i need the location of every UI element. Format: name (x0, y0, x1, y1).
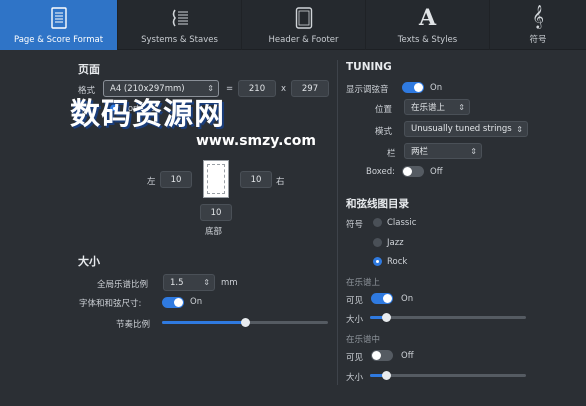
rock-label: Rock (387, 257, 408, 267)
tab-symbols[interactable]: 𝄞 符号 (490, 0, 586, 50)
margin-right-input[interactable]: 10 (240, 171, 272, 188)
tab-page-score-format[interactable]: Page & Score Format (0, 0, 118, 50)
rhythm-scale-label: 节奏比例 (116, 320, 151, 330)
font-chord-size-label: 字体和和弦尺寸: (79, 299, 142, 309)
slider-fill (162, 321, 245, 324)
font-chord-size-toggle[interactable] (162, 297, 184, 308)
mode-select[interactable]: Unusually tuned strings ⇕ (404, 121, 528, 137)
size-section-title: 大小 (78, 255, 100, 268)
slider-thumb[interactable] (382, 313, 391, 322)
in-score-visible-toggle[interactable] (371, 350, 393, 361)
on-score-visible-toggle[interactable] (371, 293, 393, 304)
text-a-icon: A (418, 5, 437, 31)
on-score-size-label: 大小 (346, 315, 364, 325)
jazz-radio[interactable] (373, 238, 382, 247)
on-score-subtitle: 在乐谱上 (346, 278, 381, 288)
tab-label: Header & Footer (268, 35, 339, 45)
format-select[interactable]: A4 (210x297mm) ⇕ (103, 80, 219, 97)
global-scale-stepper[interactable]: 1.5 ⇕ (163, 274, 215, 291)
boxed-toggle[interactable] (402, 166, 424, 177)
watermark: 数码资源网 www.smzy.com (70, 98, 316, 150)
panel-divider (337, 60, 338, 385)
font-chord-size-state: On (190, 297, 203, 307)
mode-label: 模式 (375, 127, 393, 137)
boxed-label: Boxed: (366, 167, 396, 177)
rhythm-scale-slider[interactable] (162, 318, 328, 327)
position-label: 位置 (375, 105, 393, 115)
rock-radio[interactable] (373, 257, 382, 266)
chevron-updown-icon: ⇕ (207, 84, 214, 93)
chevron-updown-icon: ⇕ (458, 102, 465, 112)
columns-select[interactable]: 两栏 ⇕ (404, 143, 482, 159)
boxed-state: Off (430, 167, 443, 177)
tab-label: Systems & Staves (141, 35, 218, 45)
show-tuning-toggle[interactable] (402, 82, 424, 93)
tablet-icon (295, 5, 313, 31)
global-scale-unit: mm (221, 278, 238, 288)
in-score-size-slider[interactable] (370, 371, 526, 380)
in-score-size-label: 大小 (346, 373, 364, 383)
page-height-input[interactable]: 297 (291, 80, 329, 97)
tab-label: 符号 (529, 35, 547, 45)
watermark-title: 数码资源网 (70, 97, 225, 132)
page-section-title: 页面 (78, 63, 100, 76)
tab-header-footer[interactable]: Header & Footer (242, 0, 366, 50)
tab-bar: Page & Score Format Systems & Staves Hea… (0, 0, 586, 50)
page-width-input[interactable]: 210 (238, 80, 276, 97)
times-sign: x (281, 84, 287, 94)
global-scale-value: 1.5 (170, 277, 184, 288)
format-label: 格式 (78, 86, 96, 96)
classic-radio[interactable] (373, 218, 382, 227)
tuning-section-title: TUNING (346, 61, 392, 73)
position-value: 在乐谱上 (411, 103, 446, 113)
show-tuning-state: On (430, 83, 443, 93)
on-score-visible-state: On (401, 294, 414, 304)
margin-bottom-label: 底部 (205, 227, 223, 237)
systems-icon (170, 5, 190, 31)
in-score-visible-label: 可见 (346, 353, 364, 363)
classic-label: Classic (387, 218, 417, 228)
tab-systems-staves[interactable]: Systems & Staves (118, 0, 242, 50)
show-tuning-label: 显示调弦音 (346, 85, 389, 95)
in-score-visible-state: Off (401, 351, 414, 361)
format-value: A4 (210x297mm) (110, 83, 185, 94)
slider-thumb[interactable] (241, 318, 250, 327)
tab-texts-styles[interactable]: A Texts & Styles (366, 0, 490, 50)
chevron-updown-icon: ⇕ (470, 146, 477, 156)
chevron-updown-icon: ⇕ (516, 124, 523, 134)
jazz-label: Jazz (387, 238, 404, 248)
mode-value: Unusually tuned strings (411, 124, 512, 134)
equals-sign: = (226, 84, 234, 94)
chevron-updown-icon: ⇕ (203, 278, 210, 287)
page-icon (50, 5, 67, 31)
position-select[interactable]: 在乐谱上 ⇕ (404, 99, 470, 115)
slider-thumb[interactable] (382, 371, 391, 380)
tab-label: Texts & Styles (397, 35, 458, 45)
margin-left-label: 左 (147, 177, 156, 187)
on-score-size-slider[interactable] (370, 313, 526, 322)
margin-right-label: 右 (276, 177, 285, 187)
margin-left-input[interactable]: 10 (160, 171, 192, 188)
in-score-subtitle: 在乐谱中 (346, 335, 381, 345)
chord-diagrams-section-title: 和弦线图目录 (346, 198, 409, 210)
on-score-visible-label: 可见 (346, 296, 364, 306)
page-preview (203, 160, 229, 198)
margin-bottom-input[interactable]: 10 (200, 204, 232, 221)
treble-clef-icon: 𝄞 (532, 4, 544, 28)
symbol-label: 符号 (346, 220, 364, 230)
columns-value: 两栏 (411, 147, 429, 157)
watermark-url: www.smzy.com (196, 133, 316, 149)
global-scale-label: 全局乐谱比例 (97, 280, 149, 290)
columns-label: 栏 (387, 149, 396, 159)
tab-label: Page & Score Format (13, 35, 104, 45)
